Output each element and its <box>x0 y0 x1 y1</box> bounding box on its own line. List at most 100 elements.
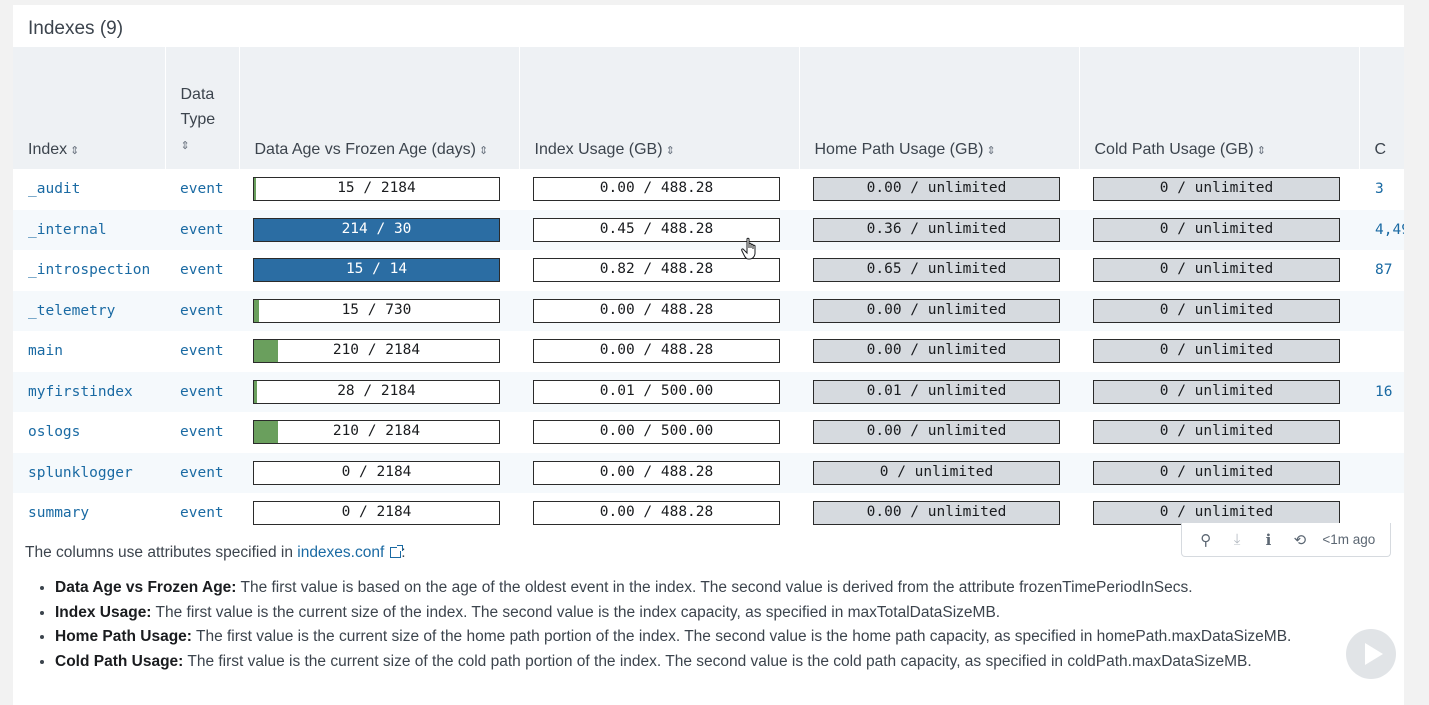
home-path-meter[interactable]: 0.36 / unlimited <box>813 217 1060 242</box>
data-age-meter[interactable]: 210 / 2184 <box>253 420 500 445</box>
index-usage-value: 0.00 / 500.00 <box>599 423 714 440</box>
table-row[interactable]: _internal event 214 / 30 0.45 / 488.28 0.36 … <box>13 209 1404 250</box>
index-name-link[interactable]: oslogs <box>13 412 165 453</box>
data-age-meter[interactable]: 28 / 2184 <box>253 379 500 404</box>
intro-text: The columns use attributes specified in <box>25 544 298 561</box>
index-usage-value: 0.00 / 488.28 <box>599 180 714 197</box>
index-usage-meter[interactable]: 0.00 / 488.28 <box>533 460 780 485</box>
table-row[interactable]: oslogs event 210 / 2184 0.00 / 500.00 0.00 /… <box>13 412 1404 453</box>
extra-column-value[interactable]: 87 <box>1359 250 1404 291</box>
home-path-meter[interactable]: 0.65 / unlimited <box>813 258 1060 283</box>
external-link-icon[interactable] <box>390 545 404 558</box>
data-age-meter[interactable]: 0 / 2184 <box>253 501 500 525</box>
table-row[interactable]: summary event 0 / 2184 0.00 / 488.28 0.00 / … <box>13 493 1404 525</box>
data-age-meter[interactable]: 210 / 2184 <box>253 339 500 364</box>
data-age-meter[interactable]: 15 / 14 <box>253 258 500 283</box>
info-icon[interactable]: i <box>1260 531 1278 549</box>
data-age-value: 15 / 2184 <box>337 180 416 197</box>
extra-column-value[interactable] <box>1359 290 1404 331</box>
data-age-meter[interactable]: 15 / 2184 <box>253 177 500 202</box>
indexes-conf-link[interactable]: indexes.conf <box>297 544 384 561</box>
index-usage-meter[interactable]: 0.00 / 488.28 <box>533 339 780 364</box>
cold-path-meter[interactable]: 0 / unlimited <box>1093 339 1340 364</box>
extra-column-value[interactable] <box>1359 331 1404 372</box>
index-name-link[interactable]: _introspection <box>13 250 165 291</box>
cold-path-meter[interactable]: 0 / unlimited <box>1093 298 1340 323</box>
col-header-home-path[interactable]: Home Path Usage (GB) ⇕ <box>799 47 1080 169</box>
col-header-label: Index <box>28 141 68 158</box>
index-name-link[interactable]: _audit <box>13 169 165 210</box>
home-path-meter[interactable]: 0.00 / unlimited <box>813 177 1060 202</box>
last-updated: <1m ago <box>1322 532 1376 547</box>
index-name-link[interactable]: main <box>13 331 165 372</box>
col-header-data-type[interactable]: Data Type ⇕ <box>165 47 240 169</box>
table-row[interactable]: myfirstindex event 28 / 2184 0.01 / 500.00 0… <box>13 371 1404 412</box>
data-type-link[interactable]: event <box>165 412 239 453</box>
cold-path-meter[interactable]: 0 / unlimited <box>1093 258 1340 283</box>
cold-path-meter[interactable]: 0 / unlimited <box>1093 420 1340 445</box>
index-usage-meter[interactable]: 0.00 / 488.28 <box>533 177 780 202</box>
extra-column-value[interactable]: 4,49 <box>1359 209 1404 250</box>
col-header-extra[interactable]: C <box>1359 47 1404 169</box>
index-name-link[interactable]: _telemetry <box>13 290 165 331</box>
cold-path-meter[interactable]: 0 / unlimited <box>1093 460 1340 485</box>
col-header-label: Data Type <box>180 86 216 128</box>
index-usage-meter[interactable]: 0.82 / 488.28 <box>533 258 780 283</box>
notes-list: Data Age vs Frozen Age: The first value … <box>37 576 1395 674</box>
extra-column-value[interactable] <box>1359 452 1404 493</box>
index-usage-meter[interactable]: 0.01 / 500.00 <box>533 379 780 404</box>
cold-path-value: 0 / unlimited <box>1159 180 1274 197</box>
index-name-link[interactable]: myfirstindex <box>13 371 165 412</box>
index-name-link[interactable]: summary <box>13 493 165 525</box>
table-row[interactable]: main event 210 / 2184 0.00 / 488.28 0.00 / u… <box>13 331 1404 372</box>
table-row[interactable]: _audit event 15 / 2184 0.00 / 488.28 0.00 / … <box>13 169 1404 210</box>
extra-column-value[interactable]: 16 <box>1359 371 1404 412</box>
data-type-link[interactable]: event <box>165 452 239 493</box>
index-name-link[interactable]: splunklogger <box>13 452 165 493</box>
col-header-index[interactable]: Index ⇕ <box>13 47 166 169</box>
play-overlay-icon[interactable] <box>1346 629 1396 679</box>
home-path-meter[interactable]: 0.00 / unlimited <box>813 501 1060 525</box>
col-header-index-usage[interactable]: Index Usage (GB) ⇕ <box>519 47 800 169</box>
home-path-meter[interactable]: 0.00 / unlimited <box>813 339 1060 364</box>
home-path-meter[interactable]: 0.00 / unlimited <box>813 298 1060 323</box>
cold-path-value: 0 / unlimited <box>1159 261 1274 278</box>
table-row[interactable]: _telemetry event 15 / 730 0.00 / 488.28 0.00… <box>13 290 1404 331</box>
extra-column-value[interactable]: 3 <box>1359 169 1404 210</box>
data-type-link[interactable]: event <box>165 169 239 210</box>
data-type-link[interactable]: event <box>165 290 239 331</box>
cold-path-meter[interactable]: 0 / unlimited <box>1093 177 1340 202</box>
col-header-cold-path[interactable]: Cold Path Usage (GB) ⇕ <box>1079 47 1360 169</box>
sort-icon: ⇕ <box>986 145 996 157</box>
data-age-meter[interactable]: 0 / 2184 <box>253 460 500 485</box>
data-type-link[interactable]: event <box>165 371 239 412</box>
refresh-icon[interactable]: ⟲ <box>1291 531 1309 549</box>
data-type-link[interactable]: event <box>165 209 239 250</box>
data-type-link[interactable]: event <box>165 331 239 372</box>
table-row[interactable]: splunklogger event 0 / 2184 0.00 / 488.28 0 … <box>13 452 1404 493</box>
index-usage-meter[interactable]: 0.00 / 488.28 <box>533 298 780 323</box>
data-age-meter[interactable]: 214 / 30 <box>253 217 500 242</box>
col-header-data-age[interactable]: Data Age vs Frozen Age (days) ⇕ <box>239 47 520 169</box>
note-item: Index Usage: The first value is the curr… <box>55 601 1395 626</box>
home-path-meter[interactable]: 0.00 / unlimited <box>813 420 1060 445</box>
search-icon[interactable]: ⚲ <box>1197 531 1215 549</box>
data-age-meter[interactable]: 15 / 730 <box>253 298 500 323</box>
note-term: Index Usage: <box>55 603 152 621</box>
col-header-label: C <box>1374 141 1387 158</box>
data-type-link[interactable]: event <box>165 493 239 525</box>
download-icon[interactable]: ⤓ <box>1228 531 1246 548</box>
home-path-meter[interactable]: 0.01 / unlimited <box>813 379 1060 404</box>
cold-path-meter[interactable]: 0 / unlimited <box>1093 217 1340 242</box>
index-name-link[interactable]: _internal <box>13 209 165 250</box>
extra-column-value[interactable] <box>1359 493 1404 525</box>
cold-path-meter[interactable]: 0 / unlimited <box>1093 379 1340 404</box>
indexes-table-container[interactable]: Index ⇕ Data Type ⇕ Data Age vs Frozen Age… <box>13 47 1404 525</box>
home-path-meter[interactable]: 0 / unlimited <box>813 460 1060 485</box>
extra-column-value[interactable] <box>1359 412 1404 453</box>
index-usage-meter[interactable]: 0.00 / 500.00 <box>533 420 780 445</box>
cold-path-meter[interactable]: 0 / unlimited <box>1093 501 1340 525</box>
table-row[interactable]: _introspection event 15 / 14 0.82 / 488.28 0… <box>13 250 1404 291</box>
index-usage-meter[interactable]: 0.00 / 488.28 <box>533 501 780 525</box>
data-type-link[interactable]: event <box>165 250 239 291</box>
